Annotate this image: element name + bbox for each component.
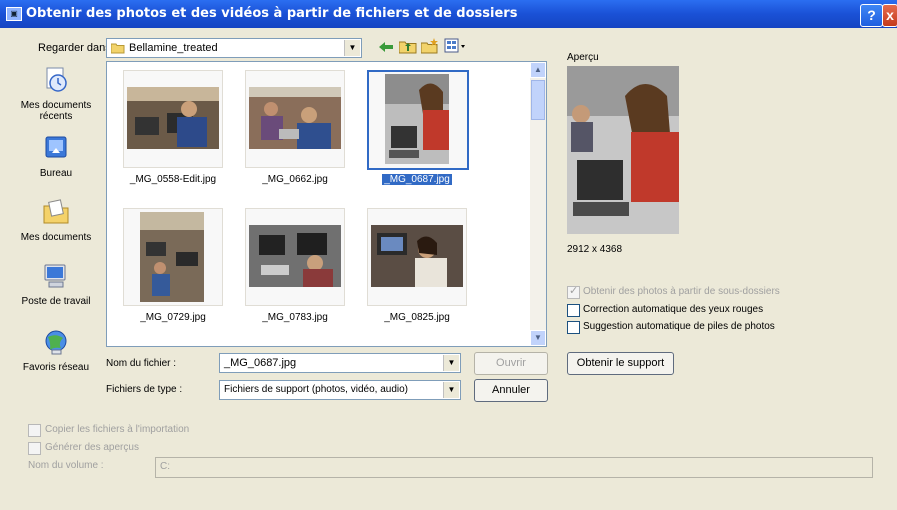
- volume-name-field[interactable]: C:: [155, 457, 873, 478]
- subfolders-checkbox[interactable]: [567, 284, 580, 299]
- thumbnail: [245, 70, 345, 168]
- stacks-checkbox[interactable]: [567, 321, 580, 334]
- folder-icon: [111, 43, 125, 54]
- copy-files-label: Copier les fichiers à l'importation: [45, 424, 190, 435]
- photo-thumbnail: [371, 225, 463, 287]
- up-folder-icon[interactable]: [399, 38, 417, 54]
- new-folder-icon[interactable]: [421, 38, 439, 54]
- place-desktop[interactable]: Bureau: [14, 134, 98, 179]
- preview-photo: [567, 66, 679, 234]
- photo-thumbnail: [249, 87, 341, 149]
- cancel-button[interactable]: Annuler: [474, 379, 548, 402]
- file-item[interactable]: _MG_0783.jpg: [245, 208, 345, 328]
- place-network[interactable]: Favoris réseau: [14, 328, 98, 373]
- file-name: _MG_0687.jpg: [382, 174, 452, 185]
- file-name: _MG_0662.jpg: [262, 174, 328, 185]
- place-label: Poste de travail: [21, 296, 91, 307]
- app-icon: ▣: [6, 7, 22, 21]
- file-name: _MG_0825.jpg: [384, 312, 450, 323]
- subfolders-label: Obtenir des photos à partir de sous-doss…: [583, 286, 780, 297]
- file-name: _MG_0783.jpg: [262, 312, 328, 323]
- redeye-label: Correction automatique des yeux rouges: [583, 304, 764, 315]
- place-label: Mes documents récents: [20, 100, 92, 122]
- get-media-button[interactable]: Obtenir le support: [567, 352, 674, 375]
- volume-value: C:: [160, 461, 170, 472]
- file-item[interactable]: _MG_0729.jpg: [123, 208, 223, 328]
- file-list[interactable]: _MG_0558-Edit.jpg _MG_0662.jpg _MG_0687.…: [106, 61, 547, 347]
- file-name: _MG_0729.jpg: [140, 312, 206, 323]
- scroll-up-icon[interactable]: ▲: [530, 62, 546, 78]
- chevron-down-icon[interactable]: ▼: [443, 382, 459, 398]
- chevron-down-icon[interactable]: ▼: [344, 40, 360, 56]
- place-label: Bureau: [39, 168, 73, 179]
- redeye-checkbox[interactable]: [567, 304, 580, 317]
- desktop-icon: [45, 136, 67, 158]
- back-arrow-icon[interactable]: [378, 40, 394, 54]
- help-button[interactable]: ?: [860, 4, 883, 27]
- lookin-dropdown[interactable]: Bellamine_treated ▼: [106, 38, 362, 58]
- file-item[interactable]: _MG_0662.jpg: [245, 70, 345, 190]
- file-item[interactable]: _MG_0687.jpg: [367, 70, 469, 190]
- lookin-value: Bellamine_treated: [129, 42, 218, 54]
- place-my-computer[interactable]: Poste de travail: [14, 262, 98, 307]
- photo-thumbnail: [140, 212, 204, 302]
- place-label: Favoris réseau: [22, 362, 90, 373]
- filetype-label: Fichiers de type :: [106, 384, 183, 395]
- thumbnail: [245, 208, 345, 306]
- network-places-icon: [45, 330, 67, 355]
- filetype-dropdown[interactable]: Fichiers de support (photos, vidéo, audi…: [219, 380, 461, 400]
- filename-value: _MG_0687.jpg: [224, 357, 297, 369]
- chevron-down-icon[interactable]: ▼: [443, 355, 459, 371]
- copy-files-checkbox[interactable]: [28, 424, 41, 437]
- preview-dimensions: 2912 x 4368: [567, 244, 623, 255]
- thumbnail: [367, 70, 469, 170]
- filename-label: Nom du fichier :: [106, 358, 177, 369]
- generate-previews-label: Générer des aperçus: [45, 442, 139, 453]
- photo-thumbnail: [127, 87, 219, 149]
- place-label: Mes documents: [20, 232, 92, 243]
- filename-input[interactable]: _MG_0687.jpg ▼: [219, 353, 461, 373]
- photo-thumbnail: [249, 225, 341, 287]
- preview-image: [567, 66, 679, 234]
- volume-label: Nom du volume :: [28, 460, 104, 471]
- photo-thumbnail: [385, 74, 449, 164]
- place-recent-documents[interactable]: Mes documents récents: [14, 66, 98, 122]
- thumbnail: [123, 208, 223, 306]
- my-documents-icon: [43, 199, 69, 224]
- preview-label: Aperçu: [567, 52, 599, 63]
- vertical-scrollbar[interactable]: ▲ ▼: [530, 62, 546, 346]
- file-dialog-window: ▣ Obtenir des photos et des vidéos à par…: [0, 0, 897, 510]
- generate-previews-checkbox[interactable]: [28, 442, 41, 455]
- recent-documents-icon: [46, 67, 67, 92]
- thumbnail: [367, 208, 467, 306]
- scroll-thumb[interactable]: [531, 80, 545, 120]
- thumbnail: [123, 70, 223, 168]
- close-button[interactable]: x: [882, 4, 897, 27]
- scroll-down-icon[interactable]: ▼: [530, 330, 546, 346]
- file-item[interactable]: _MG_0558-Edit.jpg: [123, 70, 223, 190]
- open-button[interactable]: Ouvrir: [474, 352, 548, 375]
- place-my-documents[interactable]: Mes documents: [14, 198, 98, 243]
- filetype-value: Fichiers de support (photos, vidéo, audi…: [224, 384, 408, 395]
- view-menu-icon[interactable]: [444, 38, 466, 54]
- my-computer-icon: [44, 264, 66, 288]
- stacks-label: Suggestion automatique de piles de photo…: [583, 321, 775, 332]
- window-title: Obtenir des photos et des vidéos à parti…: [26, 6, 518, 21]
- title-bar[interactable]: ▣ Obtenir des photos et des vidéos à par…: [0, 0, 897, 28]
- file-item[interactable]: _MG_0825.jpg: [367, 208, 467, 328]
- file-name: _MG_0558-Edit.jpg: [129, 174, 217, 185]
